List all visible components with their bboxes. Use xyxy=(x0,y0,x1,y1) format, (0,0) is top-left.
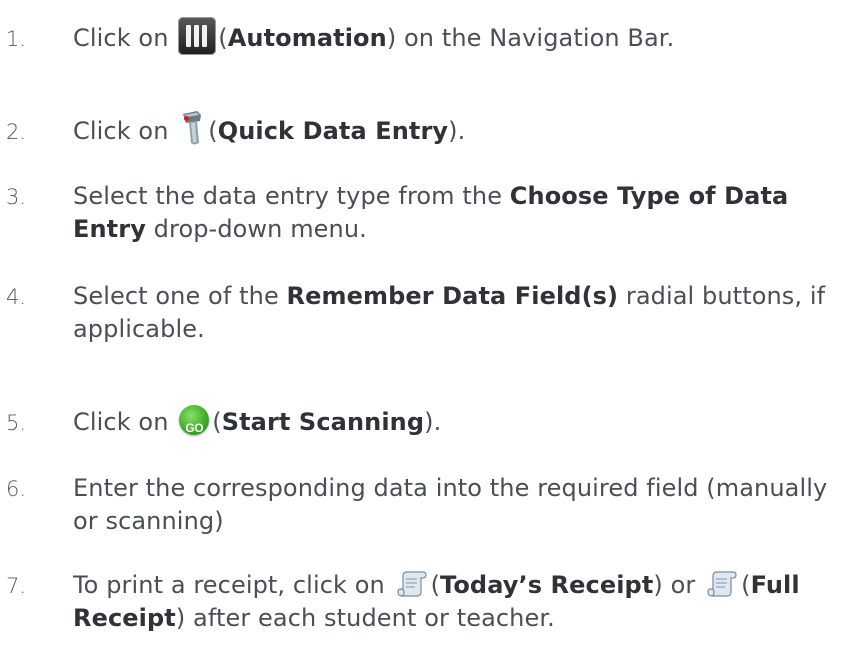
step-number: 7. xyxy=(6,574,27,598)
step-number: 2. xyxy=(6,120,27,144)
automation-label: Automation xyxy=(227,24,387,52)
step-text: Click on (Quick Data Entry). xyxy=(73,111,833,148)
go-icon: GO xyxy=(179,405,210,435)
receipt-icon xyxy=(396,570,427,598)
start-scanning-label: Start Scanning xyxy=(221,408,425,436)
step-text: Click on GO (Start Scanning). xyxy=(73,405,833,439)
remember-data-fields-label: Remember Data Field(s) xyxy=(286,282,619,310)
step-number: 5. xyxy=(6,411,27,435)
step-text: Click on (Automation) on the Navigation … xyxy=(73,17,833,55)
instruction-list: 1. Click on (Automation) on the Navigati… xyxy=(0,0,846,663)
receipt-icon xyxy=(707,570,737,598)
step-text: Select the data entry type from the Choo… xyxy=(73,182,789,243)
step-text: To print a receipt, click on (Today’s Re… xyxy=(73,570,800,632)
step-number: 6. xyxy=(6,477,27,501)
todays-receipt-label: Today’s Receipt xyxy=(440,571,654,599)
step-number: 1. xyxy=(6,27,27,51)
scanner-icon xyxy=(180,110,204,146)
automation-icon xyxy=(178,17,217,55)
step-text: Enter the corresponding data into the re… xyxy=(73,474,828,535)
quick-data-entry-label: Quick Data Entry xyxy=(217,117,449,145)
step-number: 4. xyxy=(6,285,27,309)
step-number: 3. xyxy=(6,185,27,209)
step-text: Select one of the Remember Data Field(s)… xyxy=(73,282,826,343)
